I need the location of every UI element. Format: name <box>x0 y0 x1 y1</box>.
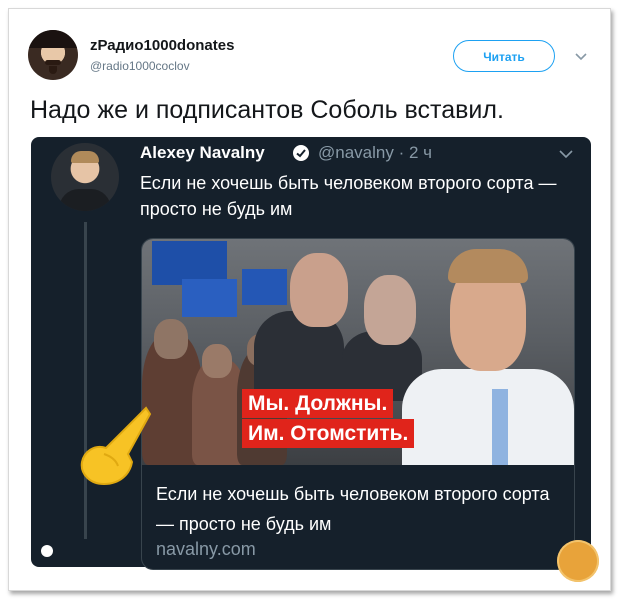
quoted-author-name[interactable]: Alexey Navalny <box>140 143 265 163</box>
quoted-tweet-text: Если не хочешь быть человеком второго со… <box>140 173 557 219</box>
link-card-title[interactable]: Если не хочешь быть человеком второго со… <box>156 479 566 539</box>
chevron-down-icon[interactable] <box>559 148 573 160</box>
smile-icon <box>41 545 53 557</box>
banner-line-2: Им. Отомстить. <box>242 419 415 448</box>
banner-line-1: Мы. Должны. <box>242 389 394 418</box>
pointing-hand-icon <box>80 406 152 486</box>
preview-image: Мы. Должны. Им. Отомстить. <box>142 239 574 465</box>
author-name[interactable]: zРадио1000donates <box>90 37 234 54</box>
tweet-text: Надо же и подписантов Соболь вставил. <box>30 96 504 124</box>
author-avatar[interactable] <box>28 30 78 80</box>
follow-button[interactable]: Читать <box>453 40 555 72</box>
author-handle[interactable]: @radio1000coclov <box>90 59 190 73</box>
chevron-down-icon[interactable] <box>575 50 587 62</box>
thread-line <box>84 222 87 539</box>
quoted-author-handle[interactable]: @navalny · 2 ч <box>318 143 432 163</box>
link-card-domain[interactable]: navalny.com <box>156 539 256 560</box>
quoted-author-avatar[interactable] <box>51 143 119 211</box>
link-preview-card[interactable]: Мы. Должны. Им. Отомстить. Если не хочеш… <box>141 238 575 570</box>
verified-badge-icon <box>293 145 309 161</box>
